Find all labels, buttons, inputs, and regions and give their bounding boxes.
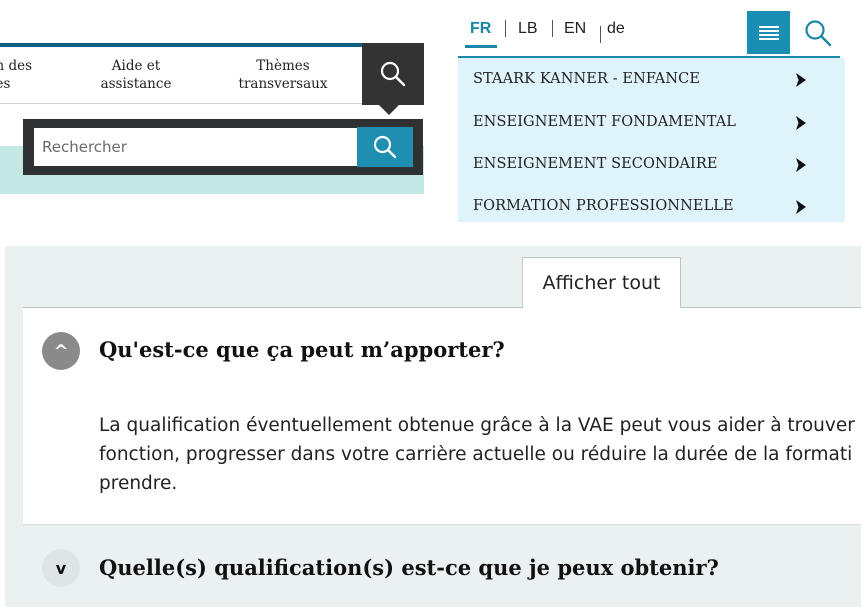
hamburger-icon <box>758 25 779 40</box>
menu-item-enseignement-secondaire[interactable]: ENSEIGNEMENT SECONDAIRE <box>473 156 718 172</box>
chevron-up-icon: ^ <box>53 340 69 362</box>
nav-item-themes-transversaux[interactable]: Thèmes transversaux <box>204 47 362 104</box>
search-icon <box>805 20 832 47</box>
menu-search-button[interactable] <box>803 18 833 48</box>
language-separator <box>552 20 553 37</box>
nav-item-partial[interactable]: n des es <box>0 47 69 104</box>
nav-item-label: n des es <box>0 58 32 92</box>
search-dropdown <box>23 119 423 175</box>
body-line: prendre. <box>99 473 178 494</box>
menu-item-staark-kanner[interactable]: STAARK KANNER - ENFANCE <box>473 71 700 87</box>
body-line: La qualification éventuellement obtenue … <box>99 415 855 436</box>
search-submit-button[interactable] <box>357 127 413 167</box>
language-de[interactable]: de <box>607 20 625 38</box>
chevron-down-icon: v <box>55 558 67 578</box>
show-all-button[interactable]: Afficher tout <box>522 257 681 308</box>
search-dropdown-caret <box>379 105 399 115</box>
active-language-underline <box>465 45 497 48</box>
accordion-item-title[interactable]: Qu'est-ce que ça peut m’apporter? <box>99 337 505 362</box>
search-icon <box>380 61 406 87</box>
nav-search-toggle-button[interactable] <box>362 43 424 105</box>
search-icon <box>373 135 397 159</box>
menu-item-formation-professionnelle[interactable]: FORMATION PROFESSIONNELLE <box>473 198 734 214</box>
search-input[interactable] <box>34 128 357 166</box>
accordion-item: v Quelle(s) qualification(s) est-ce que … <box>23 526 861 607</box>
collapse-toggle-button[interactable]: ^ <box>42 332 80 370</box>
accordion-item-body: La qualification éventuellement obtenue … <box>99 411 861 511</box>
chevron-right-icon[interactable] <box>793 199 809 215</box>
chevron-right-icon[interactable] <box>793 72 809 88</box>
menu-item-enseignement-fondamental[interactable]: ENSEIGNEMENT FONDAMENTAL <box>473 114 736 130</box>
side-menu-panel: FR LB EN de STAARK KANNER - ENFANCE ENSE… <box>455 0 846 222</box>
chevron-right-icon[interactable] <box>793 115 809 131</box>
expand-toggle-button[interactable]: v <box>42 549 80 587</box>
nav-item-aide-assistance[interactable]: Aide et assistance <box>68 47 205 104</box>
side-menu-list: STAARK KANNER - ENFANCE ENSEIGNEMENT FON… <box>458 58 845 222</box>
language-en[interactable]: EN <box>564 20 586 38</box>
menu-toggle-button[interactable] <box>747 11 790 54</box>
body-line: fonction, progresser dans votre carrière… <box>99 444 853 465</box>
language-separator <box>600 26 601 43</box>
accordion-item-title[interactable]: Quelle(s) qualification(s) est-ce que je… <box>99 555 719 580</box>
chevron-right-icon[interactable] <box>793 157 809 173</box>
main-navigation: n des es Aide et assistance Thèmes trans… <box>0 0 424 196</box>
language-fr[interactable]: FR <box>470 20 491 38</box>
language-separator <box>505 20 506 37</box>
faq-accordion: Afficher tout ^ Qu'est-ce que ça peut m’… <box>5 246 861 607</box>
accordion-item: ^ Qu'est-ce que ça peut m’apporter? La q… <box>23 308 861 525</box>
language-lb[interactable]: LB <box>518 20 538 38</box>
